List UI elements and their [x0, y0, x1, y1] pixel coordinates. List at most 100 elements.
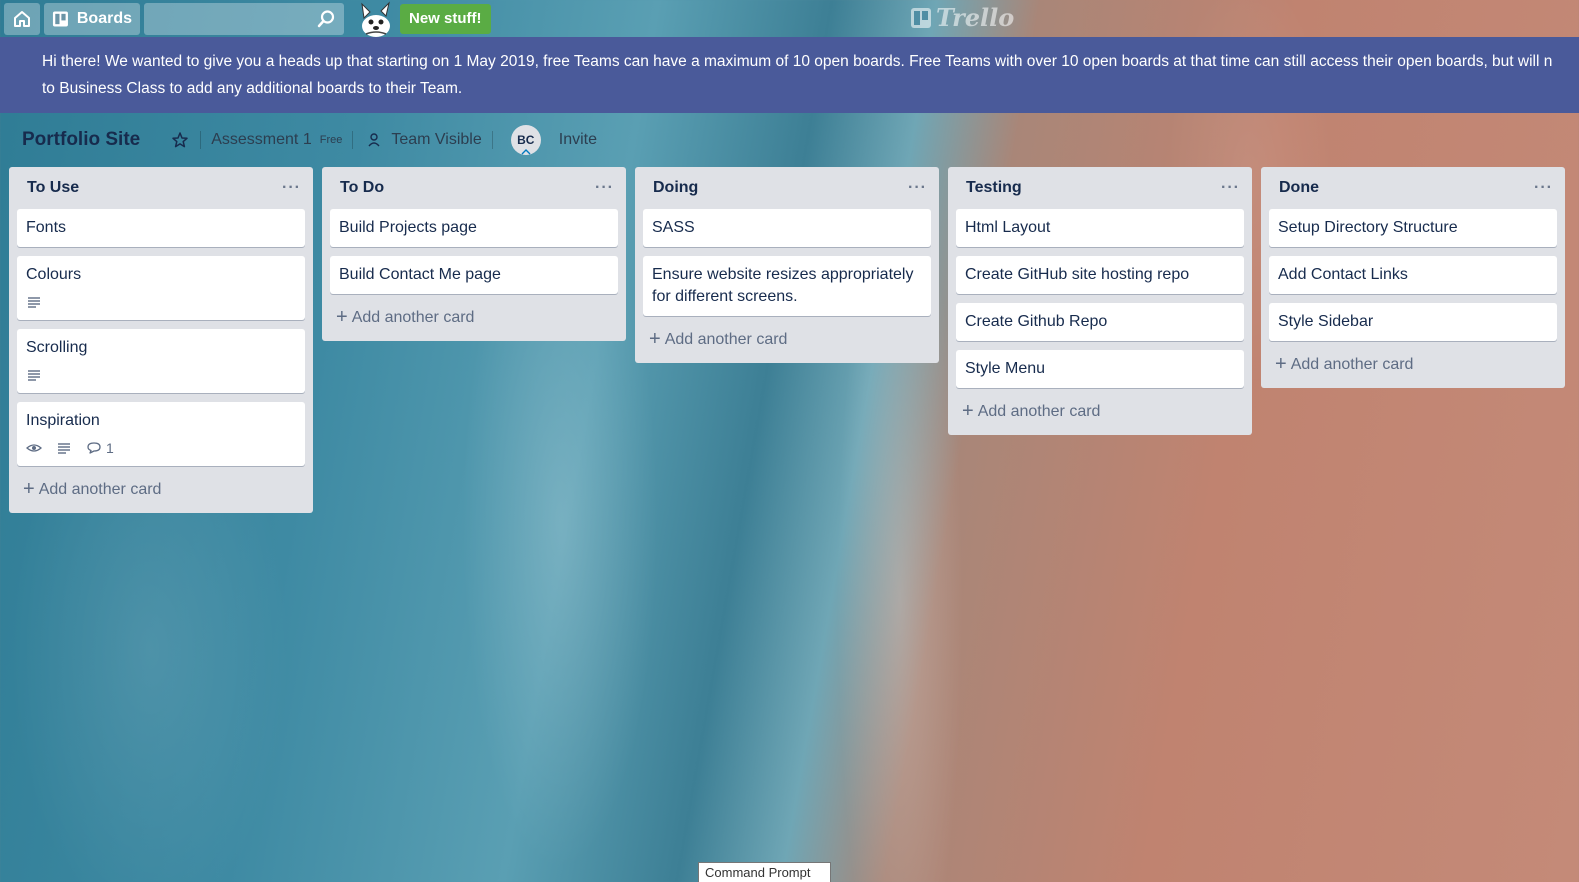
- comment-icon: [87, 442, 101, 454]
- list-header: Done ···: [1269, 167, 1557, 209]
- boards-label: Boards: [76, 9, 132, 27]
- list-header: Doing ···: [643, 167, 931, 209]
- card-title: Add Contact Links: [1278, 266, 1408, 283]
- team-plan-badge: Free: [319, 134, 343, 146]
- card[interactable]: Create Github Repo: [956, 303, 1244, 341]
- board-header: Portfolio Site Assessment 1 Free Team Vi…: [0, 124, 597, 156]
- add-card-label: Add another card: [1290, 356, 1414, 373]
- header-divider: [352, 131, 354, 149]
- card-title: Create GitHub site hosting repo: [965, 266, 1190, 283]
- card-badges: [26, 365, 296, 385]
- home-icon: [14, 10, 30, 27]
- add-card-button[interactable]: + Add another card: [956, 397, 1244, 427]
- card-title: SASS: [652, 219, 695, 236]
- card[interactable]: Scrolling: [17, 329, 305, 393]
- team-visibility-icon: [368, 133, 380, 147]
- card[interactable]: Style Menu: [956, 350, 1244, 388]
- list-menu-icon[interactable]: ···: [595, 179, 614, 197]
- list-title[interactable]: Doing: [653, 179, 698, 197]
- trello-logo-text: Trello: [936, 3, 1015, 32]
- card-badges: 1: [26, 438, 296, 458]
- card[interactable]: Setup Directory Structure: [1269, 209, 1557, 247]
- banner-line-2: to Business Class to add any additional …: [42, 80, 463, 97]
- taco-mascot-icon[interactable]: [356, 0, 396, 37]
- header-divider: [491, 131, 493, 149]
- card-title: Fonts: [26, 219, 67, 236]
- card[interactable]: Build Contact Me page: [330, 256, 618, 294]
- card-title: Html Layout: [965, 219, 1051, 236]
- list-title[interactable]: To Do: [340, 179, 384, 197]
- eye-icon: [26, 444, 42, 452]
- invite-button[interactable]: Invite: [559, 131, 597, 149]
- home-button[interactable]: [4, 2, 40, 35]
- add-card-button[interactable]: + Add another card: [17, 475, 305, 505]
- plus-icon: +: [962, 400, 974, 422]
- list-to-use: To Use ··· Fonts Colours Scrolling Inspi…: [9, 167, 313, 513]
- card[interactable]: SASS: [643, 209, 931, 247]
- card-title: Style Sidebar: [1278, 313, 1374, 330]
- comment-count: 1: [106, 440, 114, 456]
- avatar-initials: BC: [517, 133, 535, 147]
- add-card-label: Add another card: [351, 309, 475, 326]
- banner-line-1: Hi there! We wanted to give you a heads …: [42, 53, 1553, 70]
- card[interactable]: Add Contact Links: [1269, 256, 1557, 294]
- list-header: To Do ···: [330, 167, 618, 209]
- card[interactable]: Style Sidebar: [1269, 303, 1557, 341]
- top-header: Boards New stuff!: [0, 0, 1579, 37]
- header-divider: [200, 131, 202, 149]
- card-title: Colours: [26, 266, 82, 283]
- member-avatar[interactable]: BC: [510, 125, 541, 155]
- card-title: Ensure website resizes appropriately for…: [652, 266, 914, 305]
- plus-icon: +: [336, 306, 348, 328]
- description-icon: [28, 370, 40, 381]
- card[interactable]: Build Projects page: [330, 209, 618, 247]
- board-title[interactable]: Portfolio Site: [22, 129, 140, 151]
- add-card-label: Add another card: [38, 481, 162, 498]
- list-menu-icon[interactable]: ···: [1221, 179, 1240, 197]
- add-card-label: Add another card: [977, 403, 1101, 420]
- list-menu-icon[interactable]: ···: [1534, 179, 1553, 197]
- search-icon: [317, 9, 335, 27]
- list-header: Testing ···: [956, 167, 1244, 209]
- card[interactable]: Inspiration 1: [17, 402, 305, 466]
- list-testing: Testing ··· Html Layout Create GitHub si…: [948, 167, 1252, 435]
- list-title[interactable]: To Use: [27, 179, 79, 197]
- card[interactable]: Fonts: [17, 209, 305, 247]
- card-title: Create Github Repo: [965, 313, 1108, 330]
- visibility-button[interactable]: Team Visible: [391, 131, 481, 149]
- add-card-button[interactable]: + Add another card: [330, 303, 618, 333]
- list-title[interactable]: Done: [1279, 179, 1319, 197]
- list-title[interactable]: Testing: [966, 179, 1022, 197]
- plus-icon: +: [1275, 353, 1287, 375]
- card[interactable]: Create GitHub site hosting repo: [956, 256, 1244, 294]
- description-icon: [28, 297, 40, 308]
- list-done: Done ··· Setup Directory Structure Add C…: [1261, 167, 1565, 388]
- card-title: Build Projects page: [339, 219, 477, 236]
- card[interactable]: Html Layout: [956, 209, 1244, 247]
- list-menu-icon[interactable]: ···: [282, 179, 301, 197]
- card-title: Inspiration: [26, 412, 100, 429]
- card-title: Build Contact Me page: [339, 266, 501, 283]
- card[interactable]: Ensure website resizes appropriately for…: [643, 256, 931, 316]
- new-stuff-button[interactable]: New stuff!: [400, 3, 491, 34]
- card[interactable]: Colours: [17, 256, 305, 320]
- trello-logo[interactable]: Trello: [910, 3, 1014, 32]
- boards-button[interactable]: Boards: [44, 2, 140, 35]
- star-icon[interactable]: [170, 130, 190, 150]
- description-icon: [58, 443, 70, 454]
- list-menu-icon[interactable]: ···: [908, 179, 927, 197]
- search-input[interactable]: [144, 2, 344, 35]
- taskbar-tooltip: Command Prompt: [698, 862, 831, 882]
- trello-logo-icon: [911, 7, 931, 28]
- announcement-banner: Hi there! We wanted to give you a heads …: [0, 37, 1579, 113]
- list-to-do: To Do ··· Build Projects page Build Cont…: [322, 167, 626, 341]
- card-badges: [26, 292, 296, 312]
- list-doing: Doing ··· SASS Ensure website resizes ap…: [635, 167, 939, 363]
- team-name[interactable]: Assessment 1: [211, 131, 311, 149]
- card-title: Setup Directory Structure: [1278, 219, 1458, 236]
- add-card-button[interactable]: + Add another card: [1269, 350, 1557, 380]
- card-title: Scrolling: [26, 339, 88, 356]
- card-title: Style Menu: [965, 360, 1046, 377]
- plus-icon: +: [649, 328, 661, 350]
- add-card-button[interactable]: + Add another card: [643, 325, 931, 355]
